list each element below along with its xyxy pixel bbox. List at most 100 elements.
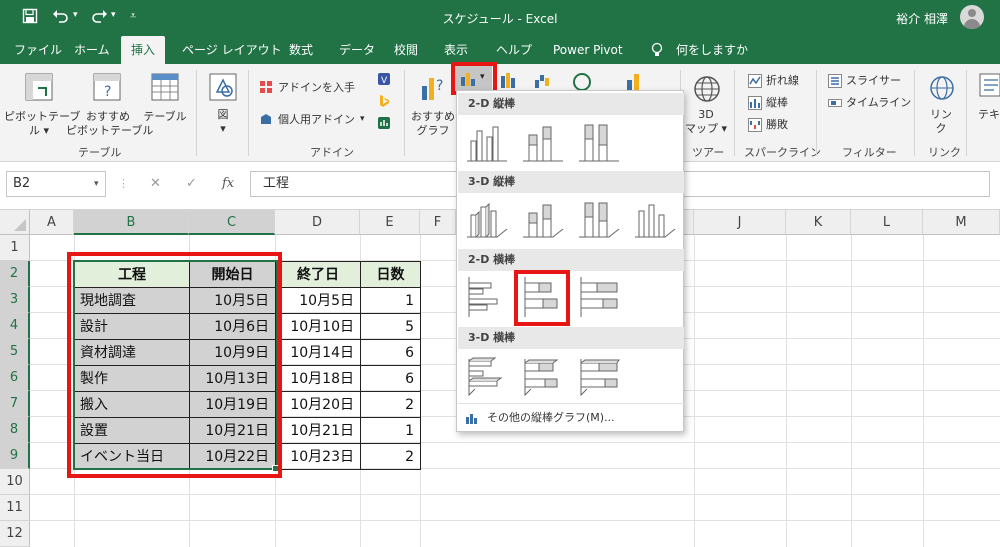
shapes-icon — [209, 73, 237, 101]
tab-power-pivot[interactable]: Power Pivot — [553, 36, 623, 64]
3d-100-stacked-column-icon[interactable] — [577, 197, 621, 241]
column-header-e[interactable]: E — [360, 210, 420, 235]
row-header-9[interactable]: 9 — [0, 443, 30, 469]
column-header-b[interactable]: B — [74, 210, 189, 235]
tell-me-search[interactable]: 何をしますか — [676, 36, 748, 64]
column-header-k[interactable]: K — [786, 210, 851, 235]
gridline — [786, 235, 787, 547]
waterfall-chart-icon[interactable] — [534, 72, 554, 88]
column-header-m[interactable]: M — [923, 210, 1000, 235]
enter-icon[interactable]: ✓ — [186, 176, 197, 191]
tab-help[interactable]: ヘルプ — [496, 36, 532, 64]
table-cell[interactable]: 5 — [361, 314, 421, 340]
row-header-4[interactable]: 4 — [0, 313, 30, 339]
globe-icon — [694, 76, 720, 102]
row-header-6[interactable]: 6 — [0, 365, 30, 391]
table-cell[interactable]: 6 — [361, 366, 421, 392]
table-cell[interactable]: 10月5日 — [276, 288, 361, 314]
sparkline-column-label: 縦棒 — [766, 96, 788, 109]
row-header-2[interactable]: 2 — [0, 261, 30, 287]
3d-stacked-column-icon[interactable] — [521, 197, 565, 241]
bing-icon[interactable] — [377, 94, 391, 108]
avatar[interactable] — [960, 5, 984, 29]
row-header-5[interactable]: 5 — [0, 339, 30, 365]
timeline-icon — [828, 99, 842, 107]
column-header-d[interactable]: D — [275, 210, 360, 235]
row-header-1[interactable]: 1 — [0, 235, 30, 261]
more-column-charts-link[interactable]: その他の縦棒グラフ(M)... — [465, 409, 615, 425]
recommended-pivot-icon: ? — [93, 73, 121, 101]
clustered-bar-icon[interactable] — [465, 275, 509, 319]
table-header-end[interactable]: 終了日 — [276, 262, 361, 288]
row-header-10[interactable]: 10 — [0, 469, 30, 495]
excel-window: ▾ ▾ ⩡ スケジュール - Excel 裕介 相澤 ファイル ホーム 挿入 ペ… — [0, 0, 1000, 547]
document-title: スケジュール - Excel — [442, 12, 558, 26]
visio-icon[interactable]: V — [377, 72, 391, 86]
3d-clustered-column-icon[interactable] — [465, 197, 509, 241]
hierarchy-chart-icon[interactable] — [500, 72, 520, 88]
timeline-label: タイムライン — [846, 96, 912, 109]
3d-100-stacked-bar-icon[interactable] — [577, 353, 621, 397]
store-icon — [260, 81, 272, 93]
3d-clustered-bar-icon[interactable] — [465, 353, 509, 397]
group-separator — [196, 70, 197, 156]
row-header-11[interactable]: 11 — [0, 495, 30, 521]
table-cell[interactable]: 6 — [361, 340, 421, 366]
sparkline-column-icon — [748, 96, 762, 110]
sparkline-line-label: 折れ線 — [766, 74, 799, 87]
insert-function-icon[interactable]: fx — [222, 176, 234, 191]
pivot-chart-icon[interactable] — [626, 72, 646, 92]
ribbon-tabs: ファイル ホーム 挿入 ページ レイアウト 数式 データ 校閲 表示 ヘルプ P… — [0, 36, 1000, 64]
row-header-12[interactable]: 12 — [0, 521, 30, 547]
table-cell[interactable]: 10月23日 — [276, 444, 361, 470]
column-header-i[interactable] — [684, 210, 694, 235]
map-chart-icon[interactable] — [572, 72, 592, 92]
tab-file[interactable]: ファイル — [14, 36, 62, 64]
table-cell[interactable]: 1 — [361, 288, 421, 314]
pivot-table-label-2: ル ▾ — [28, 124, 50, 137]
table-cell[interactable]: 2 — [361, 392, 421, 418]
row-header-8[interactable]: 8 — [0, 417, 30, 443]
get-addins-label: アドインを入手 — [278, 81, 355, 94]
my-addins-dropdown-icon[interactable]: ▾ — [360, 113, 365, 126]
table-cell[interactable]: 1 — [361, 418, 421, 444]
section-2d-bar: 2-D 横棒 — [458, 249, 684, 271]
tab-data[interactable]: データ — [339, 36, 375, 64]
column-header-a[interactable]: A — [30, 210, 74, 235]
tab-formulas[interactable]: 数式 — [289, 36, 313, 64]
group-label-filters: フィルター — [842, 146, 897, 159]
column-header-f[interactable]: F — [420, 210, 456, 235]
row-header-3[interactable]: 3 — [0, 287, 30, 313]
row-header-7[interactable]: 7 — [0, 391, 30, 417]
name-box-dropdown-icon[interactable]: ▾ — [94, 179, 99, 189]
3d-column-icon[interactable] — [633, 197, 677, 241]
table-header-days[interactable]: 日数 — [361, 262, 421, 288]
table-cell[interactable]: 10月20日 — [276, 392, 361, 418]
tab-page-layout[interactable]: ページ レイアウト — [182, 36, 282, 64]
column-header-c[interactable]: C — [189, 210, 275, 235]
people-graph-icon[interactable] — [377, 116, 391, 130]
column-header-j[interactable]: J — [694, 210, 786, 235]
stacked-column-icon[interactable] — [521, 119, 565, 163]
3d-stacked-bar-icon[interactable] — [521, 353, 565, 397]
name-box[interactable]: B2 — [6, 171, 106, 197]
table-cell[interactable]: 10月21日 — [276, 418, 361, 444]
table-cell[interactable]: 10月14日 — [276, 340, 361, 366]
tab-review[interactable]: 校閲 — [394, 36, 418, 64]
column-header-l[interactable]: L — [851, 210, 923, 235]
dropdown-separator — [458, 403, 684, 404]
more-column-charts-label: その他の縦棒グラフ(M)... — [487, 411, 615, 424]
clustered-column-icon[interactable] — [465, 119, 509, 163]
tab-insert[interactable]: 挿入 — [121, 36, 166, 64]
group-separator — [816, 70, 817, 156]
link-label-2: ク — [935, 122, 947, 135]
select-all-corner[interactable] — [0, 210, 30, 235]
tab-home[interactable]: ホーム — [74, 36, 110, 64]
100-stacked-bar-icon[interactable] — [577, 275, 621, 319]
tab-view[interactable]: 表示 — [444, 36, 468, 64]
table-cell[interactable]: 2 — [361, 444, 421, 470]
table-cell[interactable]: 10月10日 — [276, 314, 361, 340]
table-cell[interactable]: 10月18日 — [276, 366, 361, 392]
cancel-icon[interactable]: ✕ — [150, 176, 161, 191]
100-stacked-column-icon[interactable] — [577, 119, 621, 163]
